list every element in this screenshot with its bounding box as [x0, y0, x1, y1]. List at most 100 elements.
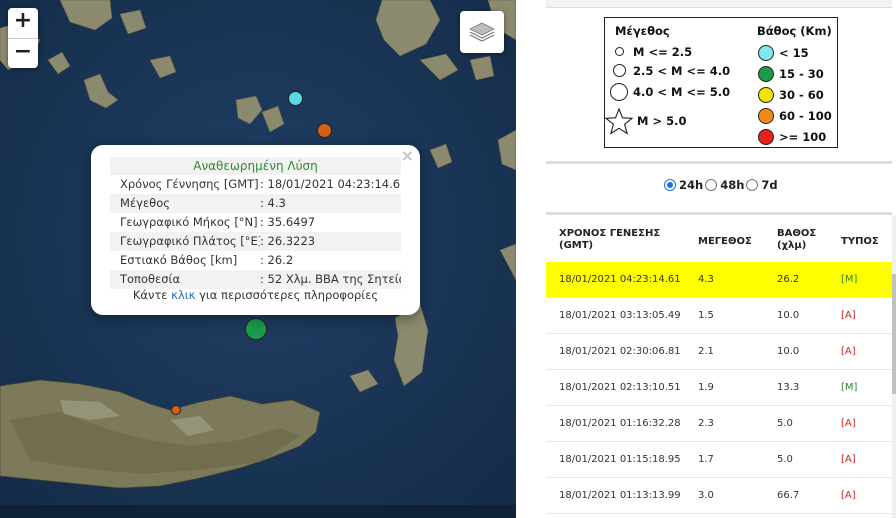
cell-depth: 26.2	[777, 274, 800, 285]
legend-item: >= 100	[753, 126, 832, 147]
layers-button[interactable]	[460, 11, 504, 53]
popup-value: : 26.2	[260, 253, 294, 267]
circle-medium-icon	[605, 64, 633, 77]
popup-details: Χρόνος Γέννησης [GMT]: 18/01/2021 04:23:…	[110, 175, 401, 289]
legend-label: 15 - 30	[779, 66, 824, 81]
cell-time: 18/01/2021 01:13:13.99	[559, 490, 681, 501]
depth-color-swatch	[753, 86, 779, 103]
sidebar-top-edge	[546, 0, 892, 8]
popup-key: Τοποθεσία	[120, 272, 181, 286]
divider	[546, 212, 892, 215]
earthquake-table: ΧΡΟΝΟΣ ΓΕΝΕΣΗΣ (GMT) ΜΕΓΕΘΟΣ ΒΑΘΟΣ (χλμ) Τ…	[546, 216, 892, 514]
legend-item: 30 - 60	[753, 84, 832, 105]
cell-magnitude: 1.5	[698, 310, 714, 321]
popup-key: Εστιακό Βάθος [km]	[120, 253, 238, 267]
cell-time: 18/01/2021 01:16:32.28	[559, 418, 681, 429]
legend-label: 30 - 60	[779, 87, 824, 102]
table-row[interactable]: 18/01/2021 04:23:14.61 4.3 26.2 [M]	[546, 262, 892, 298]
legend-magnitude: Μέγεθος M <= 2.5 2.5 < M <= 4.0 4.0 < M …	[605, 24, 730, 138]
cell-type: [A]	[841, 346, 856, 357]
cell-type: [A]	[841, 310, 856, 321]
legend-item: M <= 2.5	[605, 42, 730, 61]
cell-magnitude: 4.3	[698, 274, 714, 285]
legend-label: 4.0 < M <= 5.0	[633, 85, 731, 99]
popup-key: Γεωγραφικό Μήκος [°N]	[120, 215, 258, 229]
cell-type: [M]	[841, 382, 858, 393]
header-type: ΤΥΠΟΣ	[841, 236, 879, 247]
filter-option-24h[interactable]: 24h	[664, 178, 703, 192]
popup-footer-text: για περισσότερες πληροφορίες	[195, 288, 379, 302]
legend-depth: Βάθος (Km) < 15 15 - 30 30 - 60 60 - 100…	[753, 24, 832, 147]
popup-more-link[interactable]: κλικ	[171, 288, 195, 302]
depth-color-swatch	[753, 107, 779, 124]
map-view[interactable]: + − × Αναθεωρημένη Λύση Χρόνος Γέννησης …	[0, 0, 516, 518]
cell-depth: 5.0	[777, 454, 793, 465]
filter-option-48h[interactable]: 48h	[705, 178, 744, 192]
cell-time: 18/01/2021 02:30:06.81	[559, 346, 681, 357]
filter-label: 7d	[761, 178, 778, 192]
header-time: ΧΡΟΝΟΣ ΓΕΝΕΣΗΣ (GMT)	[559, 228, 661, 251]
cell-time: 18/01/2021 03:13:05.49	[559, 310, 681, 321]
popup-row: Γεωγραφικό Μήκος [°N]: 35.6497	[110, 213, 401, 232]
popup-row: Χρόνος Γέννησης [GMT]: 18/01/2021 04:23:…	[110, 175, 401, 194]
earthquake-marker[interactable]	[171, 405, 181, 415]
popup-key: Χρόνος Γέννησης [GMT]	[120, 177, 259, 191]
radio-button[interactable]	[664, 179, 676, 191]
star-icon	[605, 107, 633, 135]
popup-value: : 35.6497	[260, 215, 316, 229]
cell-depth: 66.7	[777, 490, 800, 501]
cell-magnitude: 1.9	[698, 382, 714, 393]
zoom-out-button[interactable]: −	[8, 38, 38, 68]
filter-label: 48h	[720, 178, 745, 192]
filter-option-7d[interactable]: 7d	[746, 178, 778, 192]
popup-key: Μέγεθος	[120, 196, 170, 210]
cell-magnitude: 2.3	[698, 418, 714, 429]
popup-value: : 4.3	[260, 196, 286, 210]
table-row[interactable]: 18/01/2021 03:13:05.49 1.5 10.0 [A]	[546, 298, 892, 334]
legend-label: 60 - 100	[779, 108, 832, 123]
circle-large-icon	[605, 83, 633, 101]
earthquake-marker[interactable]	[288, 91, 303, 106]
earthquake-marker-selected[interactable]	[245, 318, 267, 340]
legend-item: 60 - 100	[753, 105, 832, 126]
popup-title: Αναθεωρημένη Λύση	[110, 157, 401, 175]
legend-label: M <= 2.5	[633, 44, 693, 59]
radio-button[interactable]	[746, 179, 759, 191]
table-row[interactable]: 18/01/2021 01:13:13.99 3.0 66.7 [A]	[546, 478, 892, 514]
legend-label: M > 5.0	[637, 114, 687, 128]
circle-small-icon	[605, 47, 633, 56]
legend-label: < 15	[779, 45, 809, 60]
depth-color-swatch	[753, 65, 779, 82]
scrollbar-thumb[interactable]	[892, 274, 896, 394]
popup-row: Εστιακό Βάθος [km] : 26.2	[110, 251, 401, 270]
layers-icon	[469, 22, 495, 42]
table-scrollbar[interactable]	[892, 216, 896, 518]
popup-footer-text: Κάντε	[132, 288, 172, 302]
legend-item: 2.5 < M <= 4.0	[605, 61, 730, 80]
popup-value: : 18/01/2021 04:23:14.61	[260, 177, 401, 191]
earthquake-app: + − × Αναθεωρημένη Λύση Χρόνος Γέννησης …	[0, 0, 896, 518]
depth-color-swatch	[753, 44, 779, 61]
table-row[interactable]: 18/01/2021 01:15:18.95 1.7 5.0 [A]	[546, 442, 892, 478]
popup-close-button[interactable]: ×	[401, 146, 414, 165]
cell-depth: 10.0	[777, 346, 800, 357]
cell-time: 18/01/2021 02:13:10.51	[559, 382, 681, 393]
sidebar: Μέγεθος M <= 2.5 2.5 < M <= 4.0 4.0 < M …	[516, 0, 896, 518]
legend-item: 15 - 30	[753, 63, 832, 84]
radio-button[interactable]	[705, 179, 718, 191]
popup-value: : 52 Χλμ. ΒΒΑ της Σητείας	[260, 272, 401, 286]
cell-type: [A]	[841, 418, 856, 429]
time-range-filter: 24h 48h 7d	[664, 178, 780, 192]
zoom-in-button[interactable]: +	[8, 8, 38, 38]
popup-value: : 26.3223	[260, 234, 316, 248]
cell-time: 18/01/2021 01:15:18.95	[559, 454, 681, 465]
legend-magnitude-title: Μέγεθος	[615, 24, 670, 38]
table-row[interactable]: 18/01/2021 02:30:06.81 2.1 10.0 [A]	[546, 334, 892, 370]
table-row[interactable]: 18/01/2021 02:13:10.51 1.9 13.3 [M]	[546, 370, 892, 406]
legend-item: < 15	[753, 42, 832, 63]
table-row[interactable]: 18/01/2021 01:16:32.28 2.3 5.0 [A]	[546, 406, 892, 442]
popup-key: Γεωγραφικό Πλάτος [°E]	[120, 234, 260, 248]
earthquake-marker[interactable]	[317, 123, 332, 138]
legend-item: M > 5.0	[605, 104, 730, 138]
popup-row: Γεωγραφικό Πλάτος [°E]: 26.3223	[110, 232, 401, 251]
